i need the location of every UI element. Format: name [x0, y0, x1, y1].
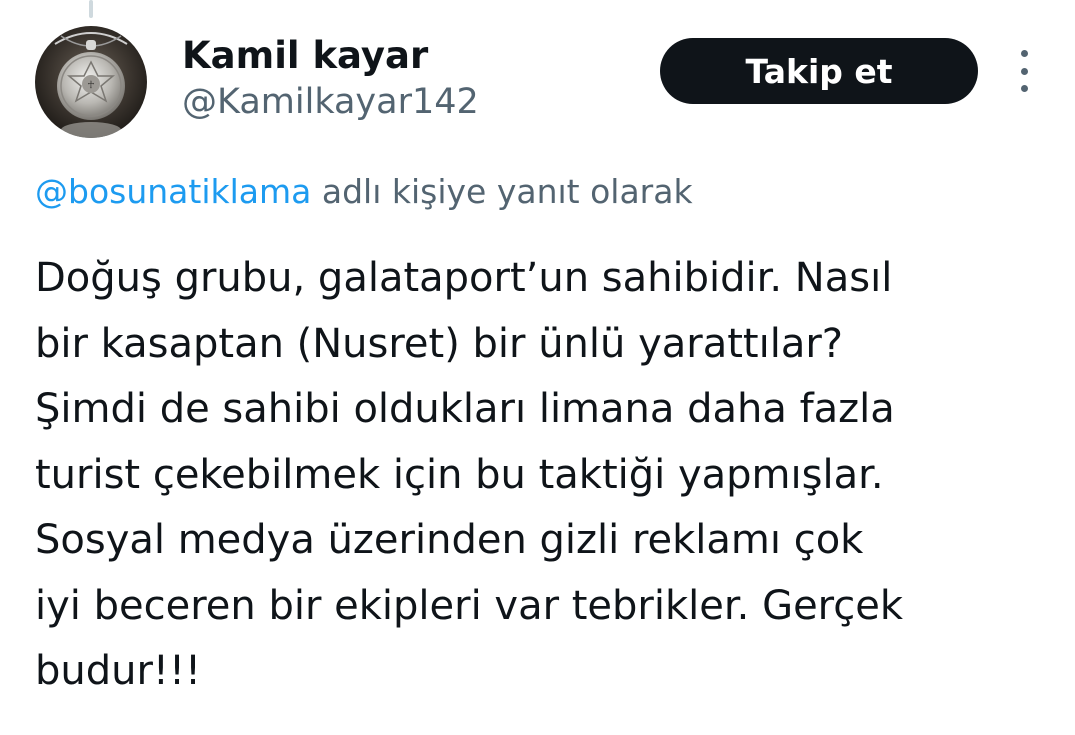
author-display-name[interactable]: Kamil kayar [182, 34, 428, 77]
more-options-button[interactable] [1006, 48, 1042, 94]
tweet-text-line: Sosyal medya üzerinden gizli reklamı çok [35, 517, 864, 563]
tweet-view: ☥ Kamil kayar @Kamilkayar142 Takip et @b… [0, 0, 1075, 735]
svg-text:☥: ☥ [87, 80, 94, 91]
reply-context-suffix: adlı kişiye yanıt olarak [321, 172, 693, 211]
tweet-text-line: turist çekebilmek için bu taktiği yapmış… [35, 451, 884, 498]
reply-context: @bosunatiklama adlı kişiye yanıt olarak [35, 172, 693, 211]
tweet-text-line: iyi beceren bir ekipleri var tebrikler. … [35, 582, 904, 629]
tweet-text-line: Doğuş grubu, galataport’un sahibidir. Na… [35, 255, 893, 301]
tweet-text: Doğuş grubu, galataport’un sahibidir. Na… [35, 246, 1045, 705]
tweet-text-line: bir kasaptan (Nusret) bir ünlü yarattıla… [35, 320, 844, 367]
vertical-ellipsis-icon [1020, 50, 1028, 57]
tweet-text-line: Şimdi de sahibi oldukları limana daha fa… [35, 386, 895, 432]
silver-pendant-avatar-icon: ☥ [35, 26, 147, 138]
follow-button[interactable]: Takip et [660, 38, 978, 104]
author-handle[interactable]: @Kamilkayar142 [182, 82, 479, 122]
tweet-text-line: budur!!! [35, 648, 202, 694]
thread-connector-line [89, 0, 93, 18]
vertical-ellipsis-icon [1020, 67, 1028, 75]
vertical-ellipsis-icon [1020, 85, 1028, 92]
reply-mention-link[interactable]: @bosunatiklama [35, 172, 311, 211]
avatar[interactable]: ☥ [35, 26, 147, 138]
